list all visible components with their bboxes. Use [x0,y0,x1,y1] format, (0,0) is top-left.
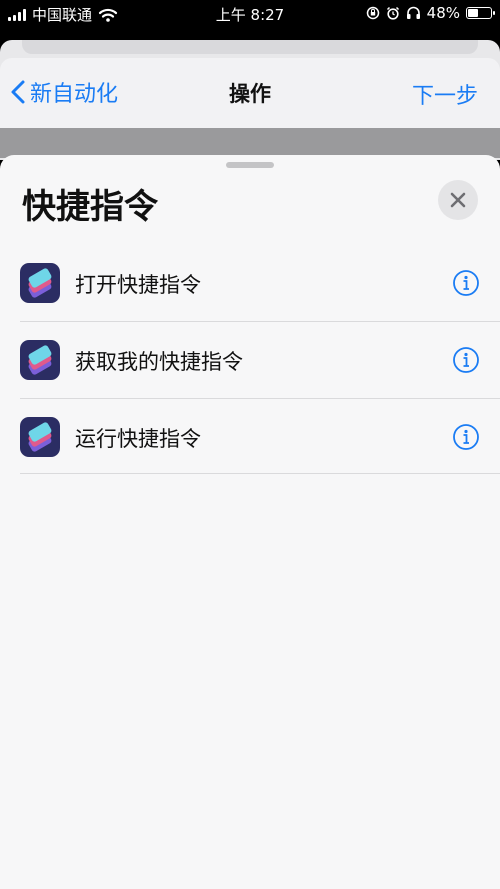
shortcuts-icon [20,340,60,380]
info-icon[interactable] [452,423,480,451]
action-list: 打开快捷指令 获取我的快捷指令 运行快捷指令 [20,245,500,475]
status-left: 中国联通 [8,4,118,25]
navigation-bar: 新自动化 操作 下一步 [0,58,500,129]
back-button[interactable]: 新自动化 [10,76,118,108]
close-button[interactable] [438,180,478,220]
list-item-run-shortcut[interactable]: 运行快捷指令 [20,398,500,475]
battery-percent: 48% [426,4,460,22]
close-icon [450,192,466,208]
status-right: 48% [366,4,495,22]
carrier-label: 中国联通 [32,6,93,24]
list-divider [20,473,500,474]
battery-icon [466,7,495,19]
back-button-label: 新自动化 [30,82,119,107]
rotation-lock-icon [366,6,379,20]
list-item-label: 打开快捷指令 [75,273,201,297]
alarm-icon [386,6,399,20]
list-item-label: 获取我的快捷指令 [75,350,243,374]
next-button[interactable]: 下一步 [412,78,478,110]
battery-fill [468,9,478,17]
signal-icon [8,8,26,21]
sheet-title: 快捷指令 [22,187,158,227]
info-icon[interactable] [452,346,480,374]
wifi-icon [98,8,118,22]
chevron-left-icon [11,80,25,104]
list-item-open-shortcut[interactable]: 打开快捷指令 [20,245,500,321]
headphones-icon [406,6,420,19]
background-dim [0,128,500,158]
status-bar: 中国联通 上午 8:27 48% [0,0,500,28]
list-item-label: 运行快捷指令 [75,427,201,451]
sheet-grabber[interactable] [226,162,274,168]
shortcuts-icon [20,417,60,457]
shortcuts-sheet: 快捷指令 打开快捷指令 获取我的快捷指令 运行快捷指令 [0,155,500,889]
shortcuts-icon [20,263,60,303]
list-item-get-my-shortcuts[interactable]: 获取我的快捷指令 [20,321,500,398]
stacked-sheet-edge [22,40,478,54]
info-icon[interactable] [452,269,480,297]
